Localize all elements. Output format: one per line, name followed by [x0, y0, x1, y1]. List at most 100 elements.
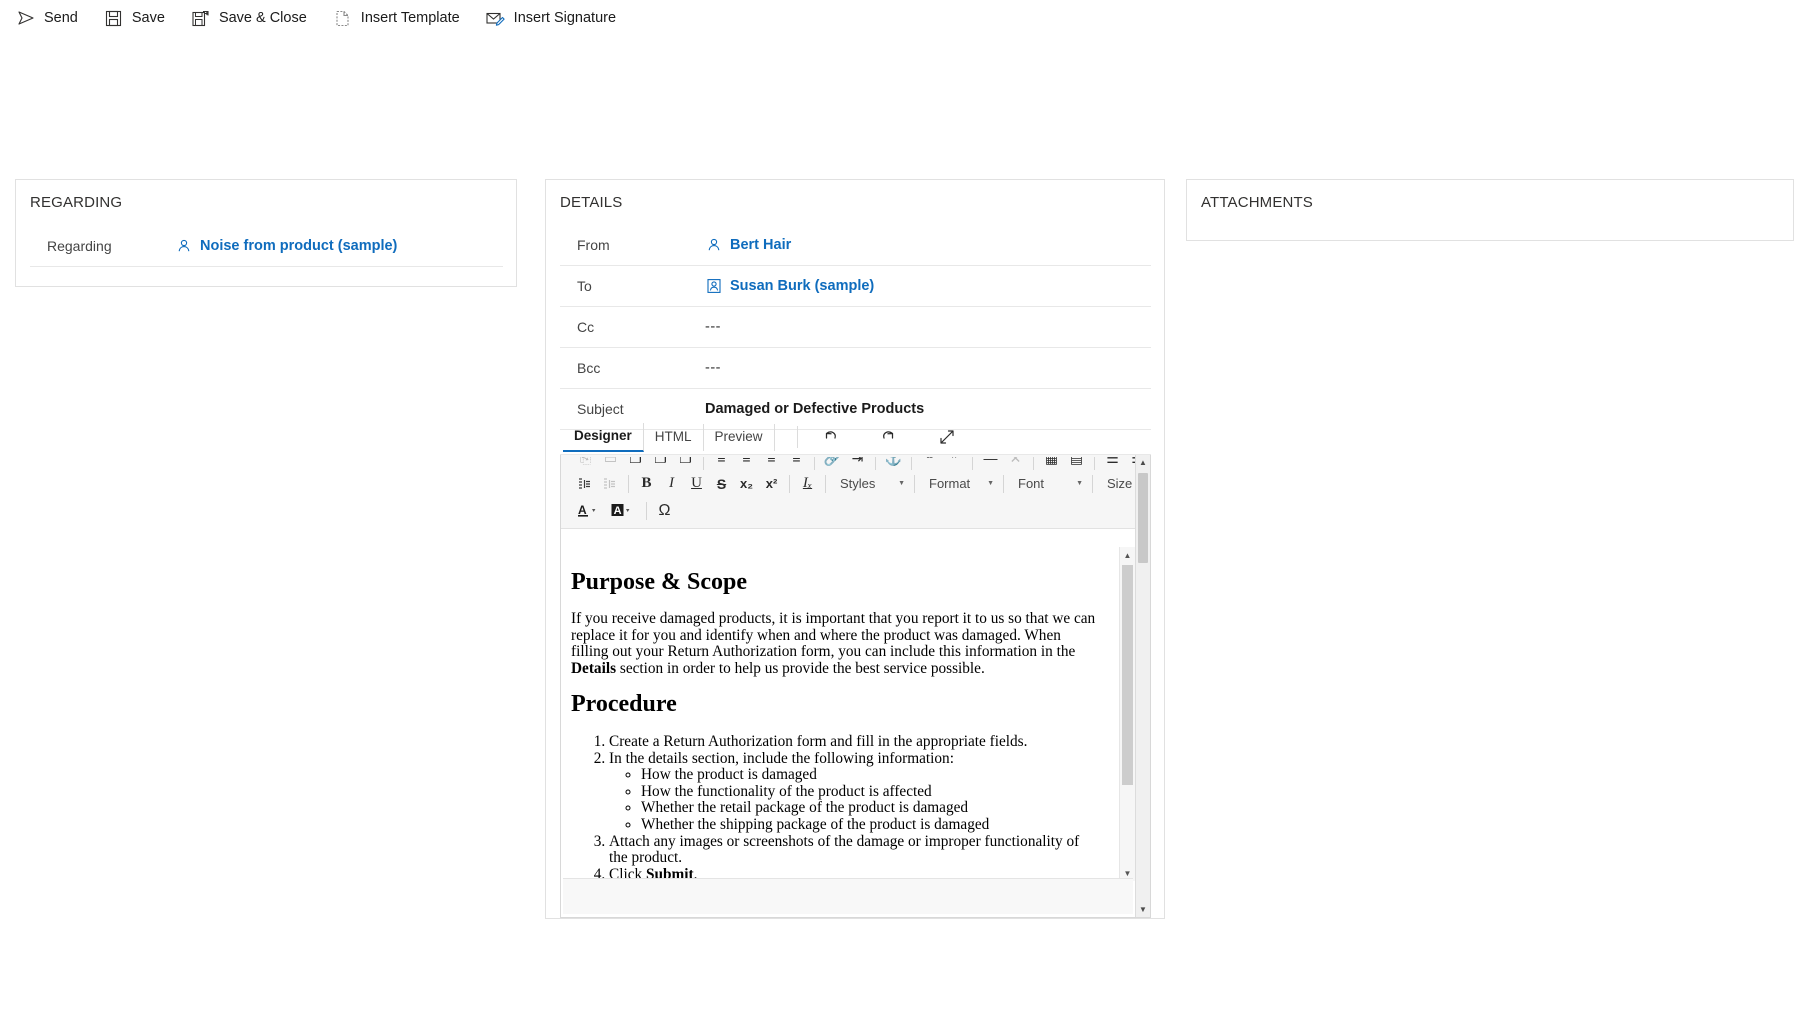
text-color-icon[interactable]: A	[573, 499, 607, 523]
chevron-down-icon: ▼	[987, 480, 994, 487]
save-icon	[104, 8, 124, 28]
rte-content-area[interactable]: Purpose & Scope If you receive damaged p…	[561, 547, 1135, 881]
toolbar-divider	[814, 457, 815, 470]
underline-icon[interactable]: U	[684, 472, 709, 496]
insert-template-button[interactable]: Insert Template	[331, 0, 470, 36]
doc-procedure-sublist: How the product is damaged How the funct…	[609, 767, 1101, 834]
align-center-icon[interactable]: ≡	[734, 457, 759, 470]
insert-signature-button[interactable]: Insert Signature	[484, 0, 626, 36]
special-character-icon[interactable]: Ω	[652, 499, 677, 523]
svg-text:A: A	[578, 503, 587, 517]
undo-icon[interactable]	[814, 424, 848, 450]
toolbar-divider	[825, 475, 826, 493]
size-select-label: Size	[1107, 476, 1132, 491]
grid-icon[interactable]: ▤	[1064, 457, 1089, 470]
editor-scroll-up-arrow[interactable]: ▲	[1136, 455, 1150, 470]
rte-status-bar	[563, 878, 1133, 914]
align-left-icon[interactable]: ≡	[709, 457, 734, 470]
from-label: From	[560, 237, 705, 253]
strikethrough-icon[interactable]: S	[709, 472, 734, 496]
rte-toolbar: ⎘ ▭ ❐ ❐ ❐ ≡ ≡ ≡ ≡ 🔗 ⇥ ⚓	[561, 455, 1135, 529]
editor-scroll-thumb[interactable]	[1138, 473, 1148, 563]
to-value-text: Susan Burk (sample)	[730, 278, 874, 294]
superscript-icon[interactable]: x²	[759, 472, 784, 496]
editor-tab-divider	[797, 426, 798, 448]
email-body-editor: Designer HTML Preview ▲	[560, 420, 1151, 918]
expand-icon[interactable]	[930, 424, 964, 450]
horizontal-rule-icon[interactable]: —	[978, 457, 1003, 470]
paste-icon[interactable]: ▭	[598, 457, 623, 470]
doc-heading-purpose: Purpose & Scope	[571, 569, 1101, 595]
bulleted-list-icon[interactable]: ☰	[1125, 457, 1135, 470]
unlink-icon[interactable]: ⇥	[845, 457, 870, 470]
bcc-value[interactable]: ---	[705, 360, 721, 376]
font-select[interactable]: Font ▼	[1009, 472, 1087, 495]
subscript-icon[interactable]: x₂	[734, 472, 759, 496]
paste-plain-icon[interactable]: ❐	[673, 457, 698, 470]
anchor-icon[interactable]: ⚓	[881, 457, 906, 470]
email-body-document[interactable]: Purpose & Scope If you receive damaged p…	[561, 547, 1119, 881]
doc-procedure-list: Create a Return Authorization form and f…	[571, 734, 1101, 881]
styles-select[interactable]: Styles ▼	[831, 472, 909, 495]
numbered-list-icon[interactable]: ☰	[1100, 457, 1125, 470]
toolbar-divider	[914, 475, 915, 493]
regarding-panel: REGARDING Regarding Noise from product (…	[15, 179, 517, 287]
copy-icon[interactable]: ⎘	[573, 457, 598, 470]
blockquote-icon[interactable]: ❝	[917, 457, 942, 470]
save-button[interactable]: Save	[102, 0, 175, 36]
paste-word-icon[interactable]: ❐	[648, 457, 673, 470]
quote-icon[interactable]: ❞	[942, 457, 967, 470]
document-scrollbar[interactable]: ▲ ▼	[1119, 547, 1135, 881]
to-value[interactable]: Susan Burk (sample)	[705, 277, 874, 295]
italic-icon[interactable]: I	[659, 472, 684, 496]
subject-label: Subject	[560, 401, 705, 417]
align-justify-icon[interactable]: ≡	[784, 457, 809, 470]
document-scroll-thumb[interactable]	[1122, 565, 1133, 785]
background-color-icon[interactable]: A	[607, 499, 641, 523]
editor-scroll-down-arrow[interactable]: ▼	[1136, 902, 1150, 917]
list-item: Whether the retail package of the produc…	[641, 800, 1101, 816]
rte-toolbar-row-color: A A Ω	[573, 497, 1135, 524]
list-item: Create a Return Authorization form and f…	[609, 734, 1101, 750]
format-select[interactable]: Format ▼	[920, 472, 998, 495]
from-value-text: Bert Hair	[730, 237, 791, 253]
subject-value[interactable]: Damaged or Defective Products	[705, 401, 924, 417]
outdent-icon[interactable]	[598, 472, 623, 496]
link-icon[interactable]: 🔗	[820, 457, 845, 470]
save-and-close-button[interactable]: Save & Close	[189, 0, 317, 36]
doc-paragraph-intro-part2: section in order to help us provide the …	[616, 660, 985, 677]
doc-paragraph-intro-bold: Details	[571, 660, 616, 677]
send-button[interactable]: Send	[14, 0, 88, 36]
from-value[interactable]: Bert Hair	[705, 236, 791, 254]
field-row-cc: Cc ---	[560, 307, 1151, 348]
remove-format-icon[interactable]: ✕	[1003, 457, 1028, 470]
signature-icon	[486, 8, 506, 28]
contact-card-icon	[705, 277, 723, 295]
document-scroll-up-arrow[interactable]: ▲	[1120, 547, 1135, 563]
doc-paragraph-intro: If you receive damaged products, it is i…	[571, 611, 1101, 677]
save-close-icon	[191, 8, 211, 28]
list-item: In the details section, include the foll…	[609, 751, 1101, 834]
editor-tab-html[interactable]: HTML	[644, 424, 704, 451]
align-right-icon[interactable]: ≡	[759, 457, 784, 470]
editor-outer-scrollbar[interactable]: ▲ ▼	[1135, 455, 1150, 917]
attachments-panel: ATTACHMENTS	[1186, 179, 1794, 241]
clear-format-icon[interactable]: Iₓ	[795, 472, 820, 496]
indent-icon[interactable]	[573, 472, 598, 496]
chevron-down-icon: ▼	[898, 480, 905, 487]
editor-tab-designer[interactable]: Designer	[563, 423, 644, 452]
bold-icon[interactable]: B	[634, 472, 659, 496]
regarding-field-value[interactable]: Noise from product (sample)	[175, 237, 397, 255]
list-item: How the functionality of the product is …	[641, 784, 1101, 800]
table-icon[interactable]: ▦	[1039, 457, 1064, 470]
rich-text-editor: ▲ ▼ ⎘ ▭ ❐ ❐ ❐ ≡ ≡ ≡	[560, 455, 1151, 918]
chevron-down-icon: ▼	[1076, 480, 1083, 487]
editor-tab-preview[interactable]: Preview	[704, 424, 775, 451]
user-icon	[705, 236, 723, 254]
doc-heading-procedure: Procedure	[571, 691, 1101, 717]
redo-icon[interactable]	[872, 424, 906, 450]
cc-value[interactable]: ---	[705, 319, 721, 335]
list-item-text: In the details section, include the foll…	[609, 750, 954, 767]
paste-text-icon[interactable]: ❐	[623, 457, 648, 470]
rte-toolbar-row-format: B I U S x₂ x² Iₓ Styles ▼	[573, 470, 1135, 497]
